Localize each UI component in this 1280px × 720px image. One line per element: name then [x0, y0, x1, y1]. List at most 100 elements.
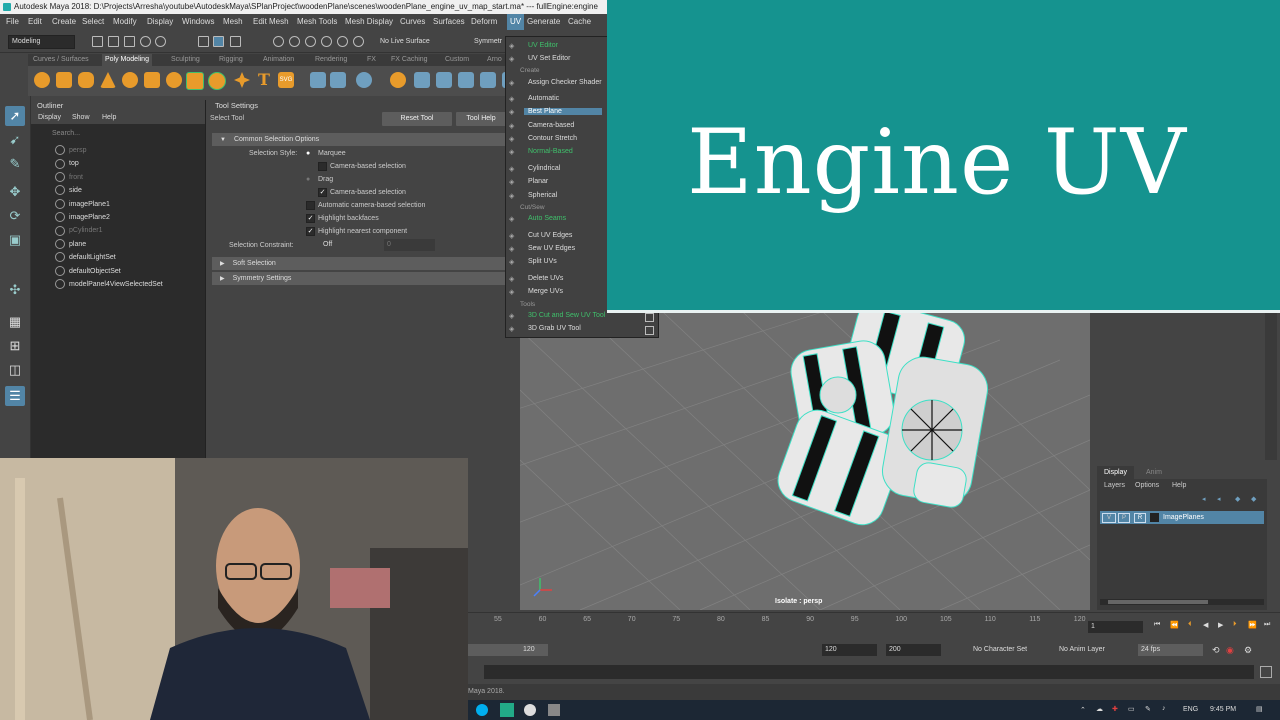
- snap-surface-icon[interactable]: [337, 36, 348, 47]
- selection-constraint-value[interactable]: 0: [384, 239, 435, 251]
- range-bar[interactable]: [468, 644, 548, 656]
- anim-layer-dropdown[interactable]: No Anim Layer: [1059, 646, 1105, 653]
- new-layer-selected-icon[interactable]: ◆: [1251, 495, 1256, 503]
- clock[interactable]: 9:45 PM: [1210, 706, 1236, 713]
- step-back-key-icon[interactable]: ⏪: [1170, 621, 1179, 629]
- uv-menu-item-merge-uvs[interactable]: Merge UVs: [528, 288, 563, 295]
- text-tool-icon[interactable]: T: [256, 72, 272, 88]
- poly-plane-icon[interactable]: [144, 72, 160, 88]
- menu-windows[interactable]: Windows: [182, 14, 214, 30]
- outliner-item[interactable]: front: [45, 171, 83, 184]
- menu-edit-mesh[interactable]: Edit Mesh: [253, 14, 289, 30]
- menu-file[interactable]: File: [6, 14, 19, 30]
- highlight-nearest-checkbox[interactable]: ✓: [306, 227, 315, 236]
- anim-preferences-icon[interactable]: ⚙: [1244, 645, 1252, 656]
- select-hierarchy-icon[interactable]: [198, 36, 209, 47]
- drag-radio[interactable]: ●: [306, 176, 310, 183]
- shelf-tab-arno[interactable]: Arno: [484, 54, 505, 66]
- move-layer-down-icon[interactable]: ◂: [1217, 495, 1221, 503]
- snap-grid-icon[interactable]: [273, 36, 284, 47]
- outliner-search-input[interactable]: Search...: [49, 128, 202, 140]
- menu-edit[interactable]: Edit: [28, 14, 42, 30]
- uv-menu-item-3d-grab-uv-tool[interactable]: 3D Grab UV Tool: [528, 325, 581, 332]
- camera-based-checkbox[interactable]: [318, 162, 327, 171]
- option-box-icon[interactable]: [645, 326, 654, 335]
- auto-camera-checkbox[interactable]: [306, 201, 315, 210]
- option-box-icon[interactable]: [645, 313, 654, 322]
- marquee-radio[interactable]: ●: [306, 150, 310, 157]
- play-forward-icon[interactable]: ▶: [1218, 621, 1223, 629]
- viewport-persp[interactable]: Isolate : persp: [520, 300, 1090, 610]
- snap-live-icon[interactable]: [353, 36, 364, 47]
- common-selection-section[interactable]: ▼ Common Selection Options: [212, 133, 507, 146]
- mel-input[interactable]: [484, 665, 1254, 679]
- outliner-menu-help[interactable]: Help: [102, 112, 116, 124]
- select-tool-icon[interactable]: ➚: [5, 106, 25, 126]
- go-to-end-icon[interactable]: ⏭: [1264, 621, 1270, 629]
- scale-tool-icon[interactable]: ▣: [5, 230, 25, 250]
- uv-menu-item-assign-checker-shader[interactable]: Assign Checker Shader: [528, 79, 602, 86]
- antivirus-icon[interactable]: ✚: [1112, 705, 1118, 713]
- uv-menu-item-uv-set-editor[interactable]: UV Set Editor: [528, 55, 570, 62]
- symmetry-settings-section[interactable]: ▶ Symmetry Settings: [212, 272, 507, 285]
- shelf-tab-rigging[interactable]: Rigging: [216, 54, 246, 66]
- move-layer-up-icon[interactable]: ◂: [1202, 495, 1206, 503]
- menu-display[interactable]: Display: [147, 14, 173, 30]
- fps-dropdown[interactable]: 24 fps: [1138, 644, 1203, 656]
- poly-disc-icon[interactable]: [166, 72, 182, 88]
- snap-curve-icon[interactable]: [289, 36, 300, 47]
- go-to-start-icon[interactable]: ⏮: [1154, 621, 1160, 629]
- undo-icon[interactable]: [140, 36, 151, 47]
- layer-menu-layers[interactable]: Layers: [1104, 482, 1125, 489]
- menu-cache[interactable]: Cache: [568, 14, 591, 30]
- menu-mesh-display[interactable]: Mesh Display: [345, 14, 393, 30]
- volume-icon[interactable]: ♪: [1162, 705, 1166, 712]
- redo-icon[interactable]: [155, 36, 166, 47]
- super-shape-icon[interactable]: [234, 72, 250, 88]
- menu-mesh-tools[interactable]: Mesh Tools: [297, 14, 337, 30]
- poly-cube-icon[interactable]: [56, 72, 72, 88]
- bridge-icon[interactable]: [436, 72, 452, 88]
- select-component-icon[interactable]: [230, 36, 241, 47]
- layer-menu-options[interactable]: Options: [1135, 482, 1159, 489]
- two-pane-layout-icon[interactable]: ◫: [5, 360, 25, 380]
- outliner-menu-display[interactable]: Display: [38, 112, 61, 124]
- mode-dropdown[interactable]: Modeling: [8, 35, 75, 49]
- new-layer-icon[interactable]: ◆: [1235, 495, 1240, 503]
- smooth-icon[interactable]: [356, 72, 372, 88]
- menu-select[interactable]: Select: [82, 14, 104, 30]
- shelf-tab-custom[interactable]: Custom: [442, 54, 472, 66]
- layer-row-imageplanes[interactable]: V P R ImagePlanes: [1100, 511, 1264, 524]
- notifications-icon[interactable]: ▤: [1256, 705, 1263, 713]
- outliner-item[interactable]: plane: [45, 238, 86, 251]
- uv-menu-item-split-uvs[interactable]: Split UVs: [528, 258, 557, 265]
- uv-menu-item-sew-uv-edges[interactable]: Sew UV Edges: [528, 245, 575, 252]
- layer-reference-toggle[interactable]: R: [1134, 513, 1146, 523]
- four-view-layout-icon[interactable]: ⊞: [5, 336, 25, 356]
- menu-uv[interactable]: UV: [507, 14, 525, 30]
- highlight-backfaces-checkbox[interactable]: ✓: [306, 214, 315, 223]
- uv-menu-item-spherical[interactable]: Spherical: [528, 192, 557, 199]
- multi-cut-icon[interactable]: [480, 72, 496, 88]
- pen-icon[interactable]: ✎: [1145, 705, 1151, 713]
- script-editor-icon[interactable]: [1260, 666, 1272, 678]
- poly-pyramid-icon[interactable]: [208, 72, 226, 90]
- outliner-item[interactable]: side: [45, 184, 82, 197]
- play-backward-icon[interactable]: ◀: [1203, 621, 1208, 629]
- poly-platonic-icon[interactable]: [186, 72, 204, 90]
- menu-create[interactable]: Create: [52, 14, 76, 30]
- outliner-item[interactable]: imagePlane1: [45, 198, 110, 211]
- shelf-tab-poly-modeling[interactable]: Poly Modeling: [102, 54, 152, 66]
- tool-help-button[interactable]: Tool Help: [456, 112, 506, 126]
- network-icon[interactable]: ▭: [1128, 705, 1135, 713]
- app-icon[interactable]: [548, 704, 560, 716]
- uv-menu-item-delete-uvs[interactable]: Delete UVs: [528, 275, 563, 282]
- shelf-tab-fx[interactable]: FX: [364, 54, 379, 66]
- attribute-editor-tab[interactable]: [1265, 310, 1277, 460]
- soft-selection-section[interactable]: ▶ Soft Selection: [212, 257, 507, 270]
- outliner-layout-icon[interactable]: ☰: [5, 386, 25, 406]
- tray-chevron-icon[interactable]: ⌃: [1080, 706, 1086, 714]
- svg-tool-icon[interactable]: SVG: [278, 72, 294, 88]
- playback-end-field[interactable]: 120: [822, 644, 877, 656]
- select-object-icon[interactable]: [213, 36, 224, 47]
